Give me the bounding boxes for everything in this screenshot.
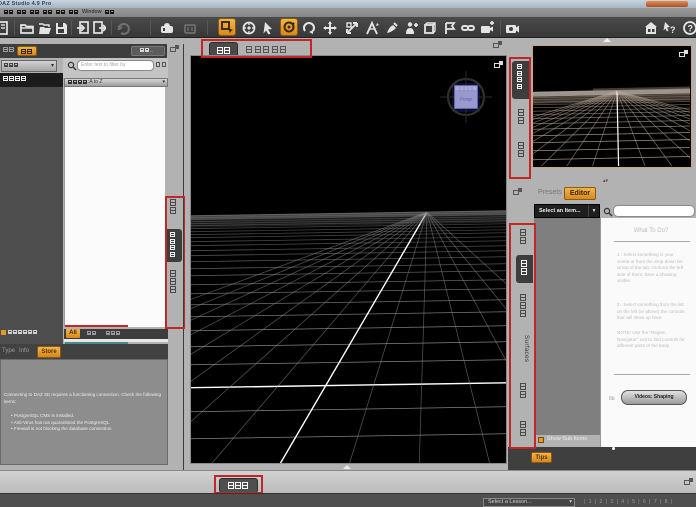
svg-text:Persp: Persp — [460, 97, 472, 102]
svg-text:?: ? — [670, 25, 676, 35]
svg-text:?: ? — [688, 23, 694, 33]
